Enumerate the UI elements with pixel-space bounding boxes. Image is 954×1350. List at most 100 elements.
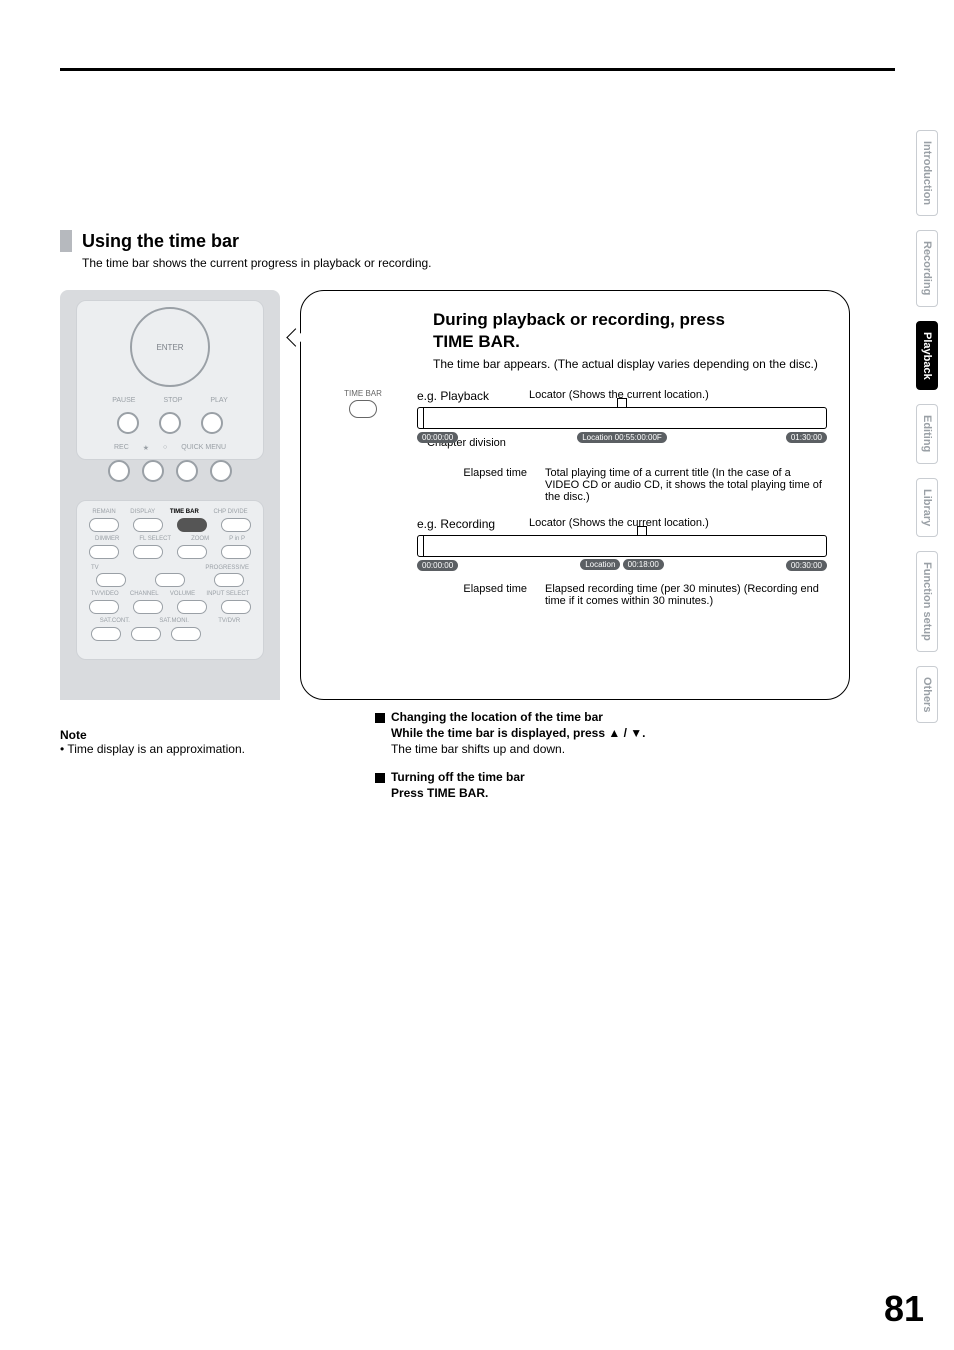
pause-button [117,412,139,434]
display-label: DISPLAY [130,509,155,515]
eg-playback-label: e.g. Playback [417,389,509,403]
chpdivide-button [221,518,251,532]
pb-location: Location 00:55:00:00F [577,432,667,443]
quickmenu-label: QUICK MENU [181,444,226,452]
rec-button [108,460,130,482]
note-bullet: • Time display is an approximation. [60,742,245,756]
recording-locator-label: Locator (Shows the current location.) [529,517,827,529]
timebar-btn-caption: TIME BAR [323,389,403,398]
tab-playback[interactable]: Playback [916,321,938,391]
header-rule [60,68,895,71]
bullet-icon [375,713,385,723]
quickmenu-button [210,460,232,482]
eg-recording-label: e.g. Recording [417,517,509,531]
pb-total-label: Total playing time of a current title (I… [545,467,827,503]
section-title: Using the time bar [82,231,239,252]
dimmer-button [89,545,119,559]
tab-others[interactable]: Others [916,666,938,723]
chup-button [155,573,185,587]
rec-location-time: 00:18:00 [623,559,664,570]
note-block: Note • Time display is an approximation. [60,728,245,756]
instruction-panel: During playback or recording, press TIME… [300,290,850,700]
off-heading: Turning off the time bar [391,770,525,784]
rec-elapsed-label: Elapsed time [417,583,527,607]
flselect-label: FL SELECT [139,536,171,542]
pause-label: PAUSE [112,397,135,404]
tab-recording[interactable]: Recording [916,230,938,306]
tvdvr-button [171,627,201,641]
change-line1: While the time bar is displayed, press ▲… [391,726,775,740]
tv-label: TV [91,565,99,571]
section-bar-icon [60,230,72,252]
rec-location-chip: Location [580,559,620,570]
remain-label: REMAIN [92,509,115,515]
step-title-line2: TIME BAR. [433,331,827,353]
step-title-line1: During playback or recording, press [433,309,827,331]
pb-start-time: 00:00:00 [417,432,458,443]
zoom-button [177,545,207,559]
playback-bar: 00:00:00 Location 00:55:00:00F 01:30:00 [417,407,827,429]
key-icon [637,526,647,536]
play-label: PLAY [210,397,227,404]
off-line1: Press TIME BAR. [391,786,775,800]
stop-button [159,412,181,434]
satmoni-label: SAT.MONI. [159,618,189,624]
recording-bar: 00:00:00 Location 00:18:00 00:30:00 [417,535,827,557]
inputsel-label: INPUT SELECT [206,591,249,597]
content: Using the time bar The time bar shows th… [60,120,895,802]
tab-introduction[interactable]: Introduction [916,130,938,216]
section-heading: Using the time bar [60,230,895,252]
pb-elapsed-label: Elapsed time [417,467,527,503]
remain-button [89,518,119,532]
channel-label: CHANNEL [130,591,159,597]
tvpower-button [96,573,126,587]
star-button [142,460,164,482]
dpad: ENTER [130,307,210,387]
chpdivide-label: CHP DIVIDE [213,509,247,515]
tvvideo-button [89,600,119,614]
bullet-icon [375,773,385,783]
note-heading: Note [60,728,245,742]
stop-label: STOP [163,397,182,404]
display-button [133,518,163,532]
step-description: The time bar appears. (The actual displa… [433,357,827,371]
volup-button [214,573,244,587]
pb-end-time: 01:30:00 [786,432,827,443]
remote-illustration: ENTER PAUSE STOP PLAY REC ★ ○ QUICK MENU [60,290,280,700]
tab-function-setup[interactable]: Function setup [916,551,938,652]
star-label: ★ [143,444,149,452]
inputsel-button [221,600,251,614]
side-tabs: Introduction Recording Playback Editing … [916,130,944,737]
tvvideo-label: TV/VIDEO [91,591,119,597]
volume-label: VOLUME [170,591,195,597]
rec-start-time: 00:00:00 [417,560,458,571]
satmoni-button [131,627,161,641]
progressive-label: PROGRESSIVE [205,565,249,571]
satcont-label: SAT.CONT. [100,618,130,624]
playback-locator-label: Locator (Shows the current location.) [529,389,827,401]
section-subtitle: The time bar shows the current progress … [82,256,895,270]
rec-label: REC [114,444,129,452]
rec-end-time: 00:30:00 [786,560,827,571]
zoom-label: ZOOM [191,536,209,542]
tvdvr-label: TV/DVR [218,618,240,624]
tab-editing[interactable]: Editing [916,404,938,463]
satcont-button [91,627,121,641]
flselect-button [133,545,163,559]
tab-library[interactable]: Library [916,478,938,537]
change-heading: Changing the location of the time bar [391,710,603,724]
extras-block: Changing the location of the time bar Wh… [375,710,775,802]
circle-button [176,460,198,482]
rec-total-label: Elapsed recording time (per 30 minutes) … [545,583,827,607]
page-number: 81 [884,1288,924,1330]
change-line2: The time bar shifts up and down. [391,742,775,756]
pinp-label: P in P [229,536,245,542]
play-button [201,412,223,434]
timebar-label: TIME BAR [170,509,199,515]
chdown-button [133,600,163,614]
pinp-button [221,545,251,559]
key-icon [617,398,627,408]
timebar-btn-icon [349,400,377,418]
dimmer-label: DIMMER [95,536,119,542]
timebar-button [177,518,207,532]
